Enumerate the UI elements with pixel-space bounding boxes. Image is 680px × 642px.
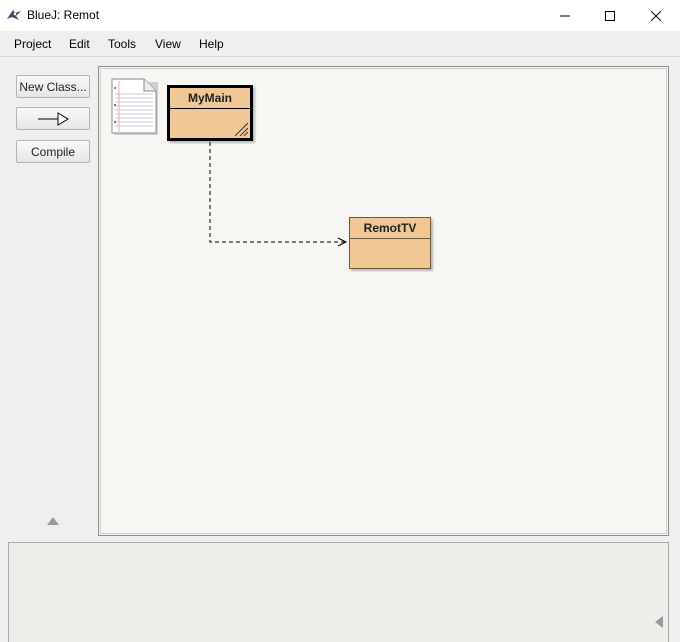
machine-icon-toggle[interactable] (47, 517, 59, 525)
uses-arrow-button[interactable] (16, 107, 90, 130)
title-bar: BlueJ: Remot (0, 0, 680, 32)
new-class-button[interactable]: New Class... (16, 75, 90, 98)
class-name: RemotTV (350, 218, 430, 239)
menu-help[interactable]: Help (199, 37, 224, 51)
class-name: MyMain (170, 88, 250, 109)
maximize-icon (605, 10, 615, 21)
menu-tools[interactable]: Tools (108, 37, 136, 51)
menu-view[interactable]: View (155, 37, 181, 51)
class-remottv[interactable]: RemotTV (349, 217, 431, 269)
needs-compile-hatch-icon (234, 122, 248, 136)
readme-document-icon[interactable] (111, 78, 159, 136)
class-mymain[interactable]: MyMain (167, 85, 253, 141)
maximize-button[interactable] (587, 0, 633, 31)
minimize-icon (560, 15, 570, 16)
bluej-logo-icon (7, 10, 21, 20)
menu-project[interactable]: Project (14, 37, 51, 51)
uses-arrow-icon (38, 111, 69, 126)
window-title: BlueJ: Remot (27, 8, 100, 22)
minimize-button[interactable] (542, 0, 588, 31)
menu-bar: Project Edit Tools View Help (0, 31, 680, 57)
close-button[interactable] (633, 0, 679, 31)
object-bench[interactable] (8, 542, 669, 642)
compile-button[interactable]: Compile (16, 140, 90, 163)
menu-edit[interactable]: Edit (69, 37, 90, 51)
close-icon (650, 10, 662, 21)
object-bench-scroll-left[interactable] (655, 616, 663, 628)
